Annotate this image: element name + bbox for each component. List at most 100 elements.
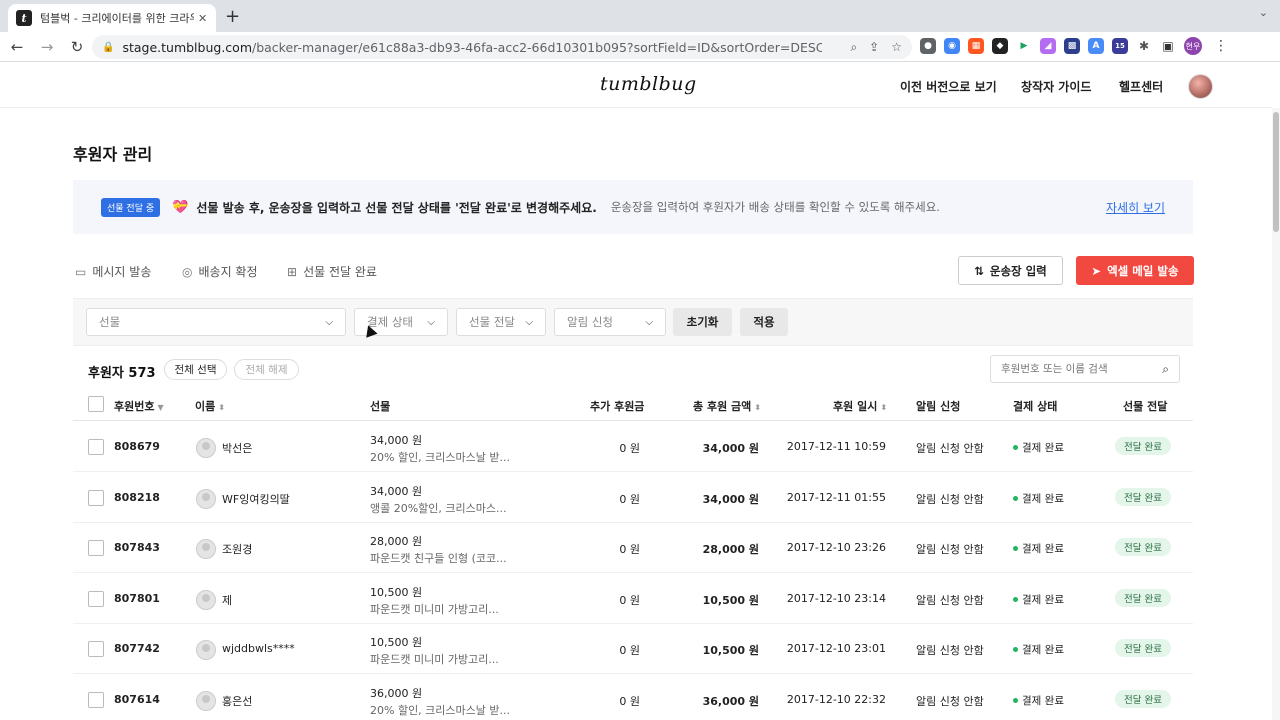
zoom-icon[interactable]: ⌕ xyxy=(850,40,857,55)
col-reward: 선물 xyxy=(370,400,391,413)
delivery-badge[interactable]: 전달 완료 xyxy=(1115,487,1171,506)
profile-avatar[interactable]: 현우 xyxy=(1184,37,1202,55)
col-name[interactable]: 이름 ⬍ xyxy=(195,398,225,414)
reload-icon[interactable]: ↻ xyxy=(64,38,90,56)
backed-date: 2017-12-11 01:55 xyxy=(786,490,886,504)
site-logo[interactable]: tumblbug xyxy=(600,73,697,95)
payment-status-label: 결제 완료 xyxy=(1022,543,1064,555)
col-total[interactable]: 총 후원 금액 ⬍ xyxy=(693,398,761,414)
delivery-badge[interactable]: 전달 완료 xyxy=(1115,639,1171,657)
table-row[interactable]: 807742 wjddbwls**** 10,500 원 파운드캣 미니미 가방고리.… xyxy=(73,624,1193,674)
chevron-down-icon: ⌵ xyxy=(325,316,333,328)
send-excel-mail-button[interactable]: ➤ 엑셀 메일 발송 xyxy=(1076,256,1194,285)
browser-toolbar: ← → ↻ 🔒 stage.tumblbug.com/backer-manage… xyxy=(0,32,1280,62)
star-icon[interactable]: ☆ xyxy=(891,40,902,55)
select-all-button[interactable]: 전체 선택 xyxy=(164,359,227,380)
backer-name: 홍은선 xyxy=(222,694,253,708)
tab-title: 텀블벅 - 크리에이터를 위한 크라우드 xyxy=(40,12,194,25)
extension-icon[interactable]: ▶ xyxy=(1016,38,1032,54)
confirm-address-button[interactable]: ◎ 배송지 확정 xyxy=(182,263,258,280)
nav-old-version[interactable]: 이전 버전으로 보기 xyxy=(900,78,997,95)
status-dot-icon xyxy=(1013,596,1018,602)
search-icon[interactable]: ⌕ xyxy=(1162,362,1169,377)
status-dot-icon xyxy=(1013,445,1018,450)
delivery-select[interactable]: 선물 전달 ⌵ xyxy=(456,308,546,336)
backed-date: 2017-12-10 22:32 xyxy=(786,692,886,706)
reward-description: 파운드캣 친구들 인형 (코코... xyxy=(370,552,507,565)
chevron-down-icon[interactable]: ⌄ xyxy=(1259,6,1268,19)
avatar xyxy=(196,438,216,458)
reward-select[interactable]: 선물 ⌵ xyxy=(86,308,346,336)
total-amount: 28,000 원 xyxy=(702,543,759,556)
row-checkbox[interactable] xyxy=(88,439,104,455)
url-text: stage.tumblbug.com/backer-manager/e61c88… xyxy=(122,39,823,55)
extra-amount: 0 원 xyxy=(619,442,640,455)
col-date[interactable]: 후원 일시 ⬍ xyxy=(833,398,887,414)
delivery-badge[interactable]: 전달 완료 xyxy=(1115,588,1171,607)
deselect-all-button[interactable]: 전체 해제 xyxy=(234,359,299,380)
extra-amount: 0 원 xyxy=(619,492,640,506)
backer-id: 807843 xyxy=(114,541,160,554)
browser-tab[interactable]: t 텀블벅 - 크리에이터를 위한 크라우드 ✕ xyxy=(8,4,216,32)
extension-icon[interactable]: ◉ xyxy=(944,38,960,54)
table-row[interactable]: 807843 조원경 28,000 원 파운드캣 친구들 인형 (코코... 0 원 28… xyxy=(73,523,1193,573)
payment-status: 결제 완료 xyxy=(1013,491,1064,506)
row-checkbox[interactable] xyxy=(88,691,104,708)
table-row[interactable]: 808218 WF잉여킹의딸 34,000 원 앵콜 20%할인, 크리스마스... 0… xyxy=(73,473,1193,523)
delivery-badge[interactable]: 전달 완료 xyxy=(1115,538,1171,556)
reward-select-label: 선물 xyxy=(99,315,121,329)
delivery-complete-label: 선물 전달 완료 xyxy=(303,265,377,279)
extension-icon[interactable]: ▩ xyxy=(1064,38,1080,54)
status-dot-icon xyxy=(1013,495,1018,501)
table-row[interactable]: 807614 홍은선 36,000 원 20% 할인, 크리스마스날 받... 0 원 3… xyxy=(73,675,1193,720)
payment-status: 결제 완료 xyxy=(1013,592,1064,607)
select-all-checkbox[interactable] xyxy=(88,396,104,412)
row-checkbox[interactable] xyxy=(88,641,104,657)
row-checkbox[interactable] xyxy=(88,540,104,556)
extension-badge-icon[interactable]: 15 xyxy=(1112,38,1128,54)
user-avatar[interactable] xyxy=(1188,74,1213,99)
search-box[interactable]: ⌕ xyxy=(990,355,1180,383)
nav-help-center[interactable]: 헬프센터 xyxy=(1119,78,1163,95)
learn-more-link[interactable]: 자세히 보기 xyxy=(1106,199,1165,216)
close-icon[interactable]: ✕ xyxy=(198,12,207,25)
reward-price: 34,000 원 xyxy=(370,434,423,447)
alarm-status: 알림 신청 안함 xyxy=(916,543,984,556)
puzzle-icon[interactable]: ✱ xyxy=(1136,38,1152,54)
sidebar-icon[interactable]: ▣ xyxy=(1160,38,1176,54)
delivery-badge[interactable]: 전달 완료 xyxy=(1115,689,1171,708)
reset-button[interactable]: 초기화 xyxy=(673,308,732,336)
extension-icon[interactable]: ◢ xyxy=(1040,38,1056,54)
share-icon[interactable]: ⇪ xyxy=(869,40,879,55)
paper-plane-icon: ➤ xyxy=(1091,263,1102,278)
delivery-complete-button[interactable]: ⊞ 선물 전달 완료 xyxy=(287,263,377,280)
extension-icon[interactable]: ● xyxy=(920,38,936,54)
delivery-badge[interactable]: 전달 완료 xyxy=(1115,437,1171,455)
row-checkbox[interactable] xyxy=(88,590,104,607)
backed-date: 2017-12-10 23:14 xyxy=(786,591,886,605)
extension-icon[interactable]: A xyxy=(1088,38,1104,54)
location-pin-icon: ◎ xyxy=(182,264,193,279)
total-amount: 10,500 원 xyxy=(702,644,759,657)
scrollbar-thumb[interactable] xyxy=(1273,112,1279,232)
col-id[interactable]: 후원번호 ▼ xyxy=(114,398,164,414)
new-tab-icon[interactable]: + xyxy=(225,6,240,27)
apply-button[interactable]: 적용 xyxy=(740,308,788,336)
search-input[interactable] xyxy=(1001,363,1149,375)
kebab-menu-icon[interactable]: ⋮ xyxy=(1214,38,1228,54)
back-arrow-icon[interactable]: ← xyxy=(4,38,30,56)
table-row[interactable]: 807801 제 10,500 원 파운드캣 미니미 가방고리... 0 원 10,500… xyxy=(73,574,1193,624)
payment-status: 결제 완료 xyxy=(1013,541,1064,556)
row-checkbox[interactable] xyxy=(88,489,104,506)
address-bar[interactable]: 🔒 stage.tumblbug.com/backer-manager/e61c… xyxy=(92,35,912,59)
forward-arrow-icon[interactable]: → xyxy=(34,38,60,56)
payment-status: 결제 완료 xyxy=(1013,440,1064,455)
send-message-button[interactable]: ▭ 메시지 발송 xyxy=(75,263,151,280)
enter-waybill-button[interactable]: ⇅ 운송장 입력 xyxy=(958,256,1063,285)
extension-icon[interactable]: ▦ xyxy=(968,38,984,54)
nav-creator-guide[interactable]: 창작자 가이드 xyxy=(1021,78,1091,95)
alarm-select[interactable]: 알림 신청 ⌵ xyxy=(554,308,666,336)
avatar xyxy=(196,539,216,559)
table-row[interactable]: 808679 박선은 34,000 원 20% 할인, 크리스마스날 받... 0 원 3… xyxy=(73,422,1193,472)
extension-icon[interactable]: ◆ xyxy=(992,38,1008,54)
